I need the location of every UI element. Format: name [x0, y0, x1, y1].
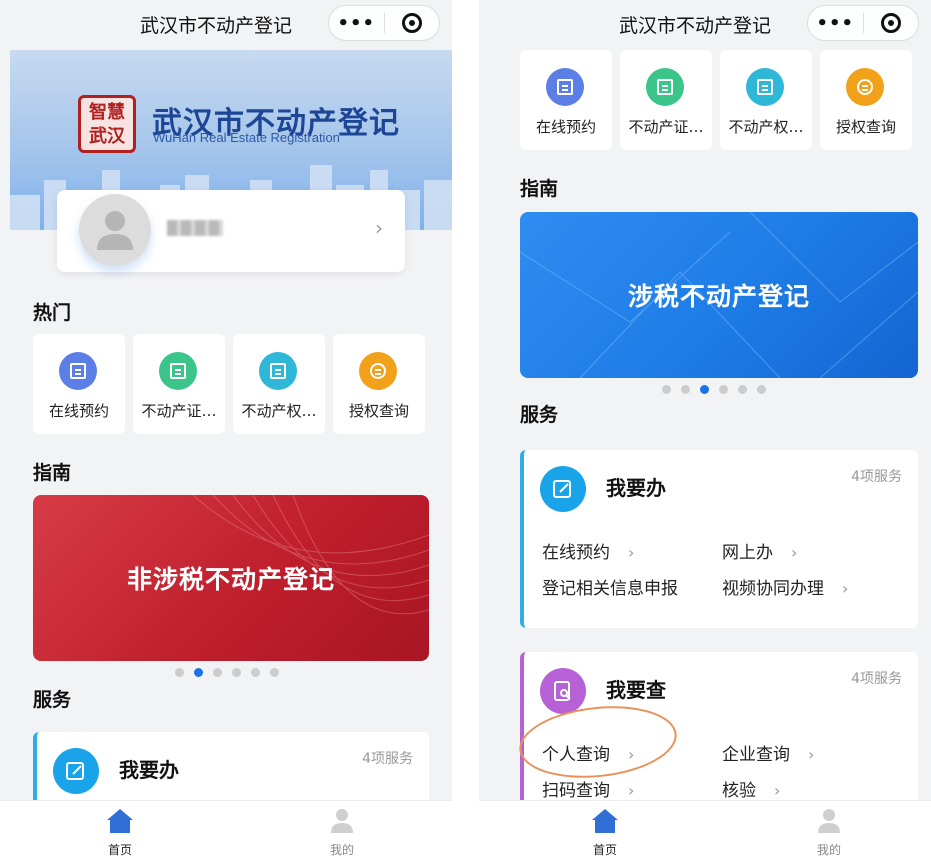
link-registration-info[interactable]: 登记相关信息申报 [542, 574, 678, 599]
tile-property-right[interactable]: 不动产权… [720, 50, 812, 150]
carousel-indicator [175, 668, 279, 677]
tile-online-booking[interactable]: 在线预约 [33, 334, 125, 434]
tile-property-certificate[interactable]: 不动产证… [133, 334, 225, 434]
link-online-booking[interactable]: 在线预约 › [542, 538, 634, 563]
user-icon [331, 809, 353, 833]
tile-label: 授权查询 [348, 402, 409, 420]
chevron-right-icon: › [628, 781, 635, 800]
close-program-icon[interactable] [864, 13, 919, 33]
logo-subtitle: WuHan Real Estate Registration [153, 130, 340, 145]
tile-label: 在线预约 [48, 402, 109, 420]
link-video-collaboration[interactable]: 视频协同办理 › [722, 574, 848, 599]
mini-program-capsule: ••• [328, 5, 440, 41]
tile-label: 不动产证… [141, 402, 217, 420]
avatar [79, 194, 151, 266]
user-icon [818, 809, 840, 833]
service-count: 4项服务 [851, 671, 902, 687]
calendar-icon [59, 352, 97, 390]
service-title: 我要查 [606, 678, 666, 702]
tab-mine[interactable]: 我的 [799, 807, 859, 856]
tile-label: 不动产权… [241, 402, 317, 420]
calendar-icon [546, 68, 584, 106]
edit-icon [540, 466, 586, 512]
tab-bar: 首页 我的 [0, 800, 452, 856]
tab-label: 首页 [592, 843, 617, 856]
home-icon [107, 809, 133, 833]
tile-authorized-query[interactable]: 授权查询 [820, 50, 912, 150]
nav-bar: 武汉市不动产登记 ••• [479, 0, 931, 48]
section-title-service: 服务 [33, 689, 72, 711]
shield-search-icon [846, 68, 884, 106]
tab-label: 首页 [107, 843, 132, 856]
more-menu-icon[interactable]: ••• [329, 13, 384, 34]
document-icon [259, 352, 297, 390]
tab-label: 我的 [329, 843, 354, 856]
user-silhouette-icon [97, 211, 133, 250]
carousel-indicator [662, 385, 766, 394]
link-scan-query[interactable]: 扫码查询 › [542, 776, 634, 801]
tile-online-booking[interactable]: 在线预约 [520, 50, 612, 150]
chevron-right-icon: › [808, 745, 815, 764]
tile-label: 在线预约 [535, 118, 596, 136]
tile-label: 不动产证… [628, 118, 704, 136]
guide-banner-non-tax[interactable]: 非涉税不动产登记 [33, 495, 429, 661]
edit-icon [53, 748, 99, 794]
tile-property-right[interactable]: 不动产权… [233, 334, 325, 434]
close-program-icon[interactable] [385, 13, 440, 33]
nav-title: 武汉市不动产登记 [139, 14, 292, 37]
shield-search-icon [359, 352, 397, 390]
tab-mine[interactable]: 我的 [312, 807, 372, 856]
scan-certificate-icon [646, 68, 684, 106]
link-online-handling[interactable]: 网上办 › [722, 538, 797, 563]
user-profile-card[interactable]: › [57, 190, 405, 272]
chevron-right-icon: › [375, 216, 383, 240]
chevron-right-icon: › [791, 543, 798, 562]
section-title-service: 服务 [520, 404, 559, 426]
tab-home[interactable]: 首页 [90, 807, 150, 856]
left-screen: 武汉市不动产登记 ••• 智慧 武汉 武汉市不动产登记 WuHan Real Es… [0, 0, 452, 856]
search-document-icon [540, 668, 586, 714]
more-menu-icon[interactable]: ••• [808, 13, 863, 34]
service-card-do[interactable]: 我要办 4项服务 在线预约 › 网上办 › 登记相关信息申报 视频协同办理 › [520, 450, 918, 628]
tab-home[interactable]: 首页 [575, 807, 635, 856]
section-title-hot: 热门 [33, 302, 72, 324]
guide-banner-tax[interactable]: 涉税不动产登记 [520, 212, 918, 378]
home-icon [592, 809, 618, 833]
link-verification[interactable]: 核验 › [722, 776, 780, 801]
logo-seal: 智慧 武汉 [78, 95, 136, 153]
tile-label: 授权查询 [835, 118, 896, 136]
service-count: 4项服务 [362, 751, 413, 767]
tile-authorized-query[interactable]: 授权查询 [333, 334, 425, 434]
banner-title: 涉税不动产登记 [627, 282, 810, 311]
service-title: 我要办 [606, 476, 666, 500]
nav-bar: 武汉市不动产登记 ••• [0, 0, 452, 48]
section-title-guide: 指南 [33, 462, 72, 484]
service-count: 4项服务 [851, 469, 902, 485]
mini-program-capsule: ••• [807, 5, 919, 41]
tile-label: 不动产权… [728, 118, 804, 136]
nav-title: 武汉市不动产登记 [618, 14, 771, 37]
document-icon [746, 68, 784, 106]
service-title: 我要办 [119, 758, 179, 782]
tile-property-certificate[interactable]: 不动产证… [620, 50, 712, 150]
section-title-guide: 指南 [520, 178, 559, 200]
tab-bar: 首页 我的 [479, 800, 931, 856]
user-name-blurred [167, 220, 223, 236]
tab-label: 我的 [816, 843, 841, 856]
chevron-right-icon: › [628, 543, 635, 562]
chevron-right-icon: › [842, 579, 849, 598]
banner-title: 非涉税不动产登记 [126, 565, 335, 594]
link-enterprise-query[interactable]: 企业查询 › [722, 740, 814, 765]
scan-certificate-icon [159, 352, 197, 390]
chevron-right-icon: › [774, 781, 781, 800]
